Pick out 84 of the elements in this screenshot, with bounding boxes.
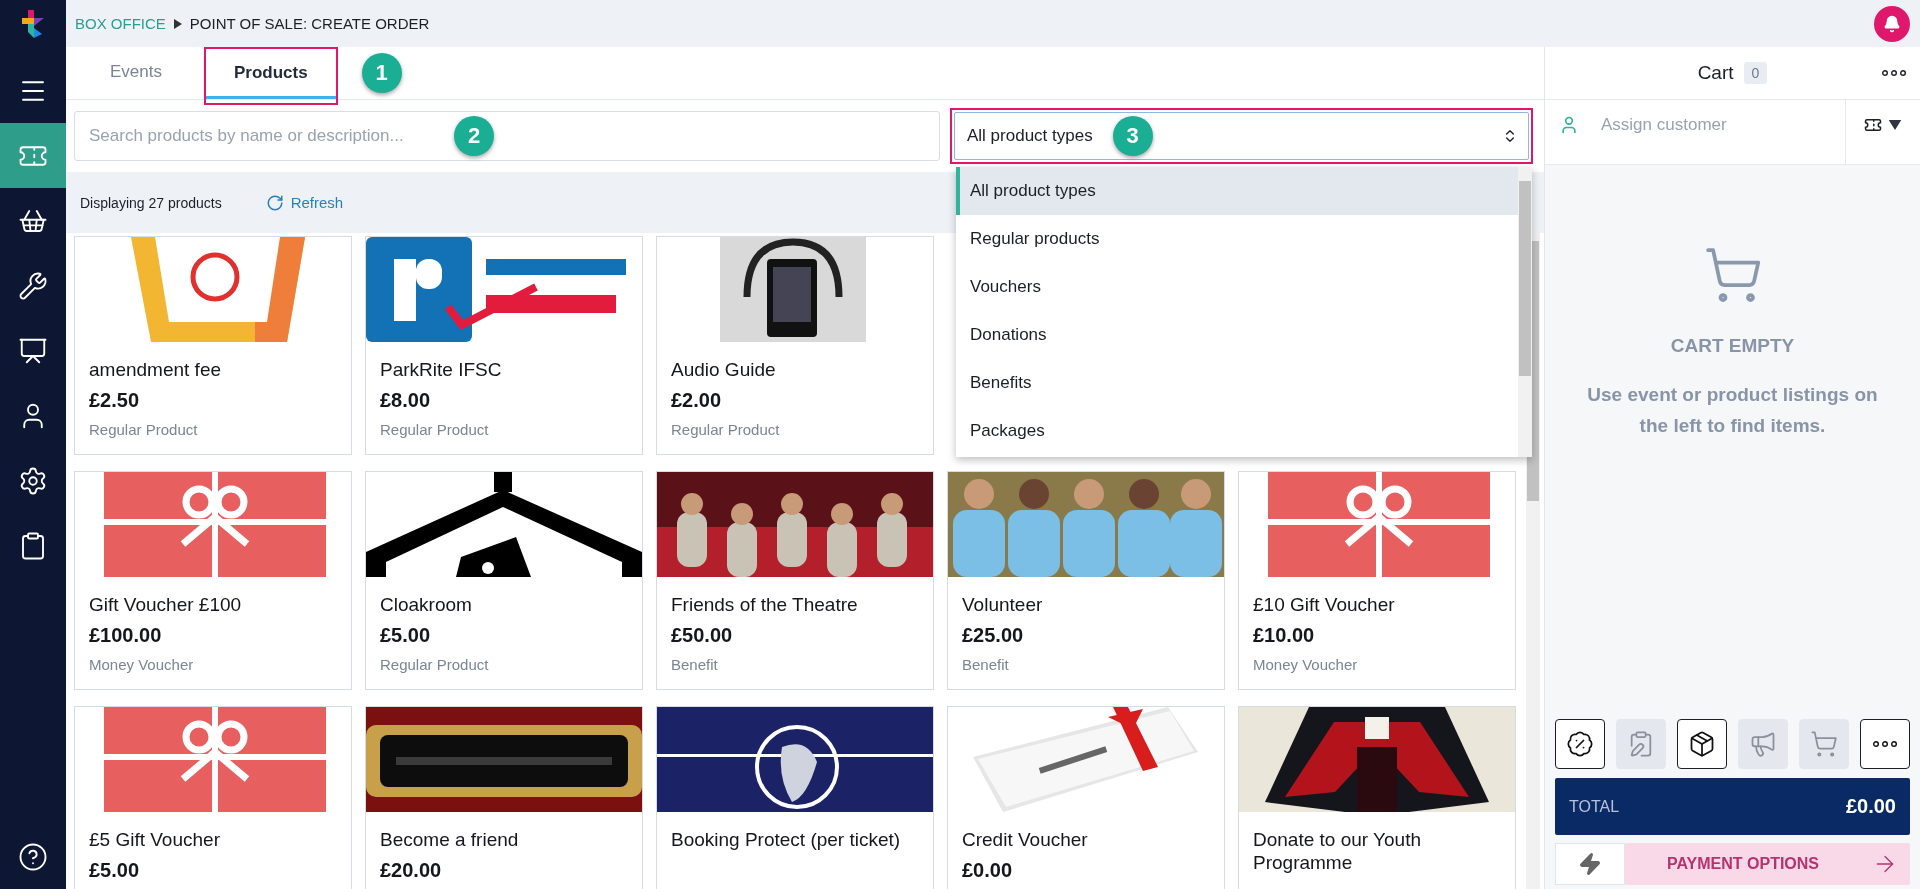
product-card[interactable]: Donate to our Youth Programme (1238, 706, 1516, 889)
product-name: Booking Protect (per ticket) (671, 828, 902, 851)
user-icon (1559, 115, 1579, 135)
caret-icon (1888, 120, 1902, 130)
product-price: £10.00 (1253, 624, 1316, 647)
refresh-icon (265, 193, 284, 212)
product-name: amendment fee (89, 358, 223, 381)
product-card[interactable]: amendment fee £2.50 Regular Product (74, 236, 352, 455)
product-type: Money Voucher (1253, 655, 1359, 675)
product-card[interactable]: £5 Gift Voucher £5.00 (74, 706, 352, 889)
product-price: £100.00 (89, 624, 163, 647)
total-amount: £0.00 (1845, 795, 1896, 818)
caret-icon (173, 18, 182, 29)
product-card[interactable]: Credit Voucher £0.00 (947, 706, 1225, 889)
refresh-button[interactable]: Refresh (265, 193, 344, 212)
ticket-icon (1864, 116, 1882, 134)
logo-icon[interactable] (20, 8, 46, 40)
product-name: Credit Voucher (962, 828, 1089, 851)
product-name: £5 Gift Voucher (89, 828, 221, 851)
empty-message: Use event or product listings on the left to find items. (1586, 383, 1879, 438)
product-card[interactable]: Become a friend £20.00 (365, 706, 643, 889)
product-price: £2.00 (671, 389, 723, 412)
settings-icon (18, 465, 48, 496)
delivery-button[interactable] (1677, 719, 1727, 769)
product-price: £20.00 (380, 859, 443, 882)
product-type: Regular Product (380, 420, 490, 440)
product-name: Cloakroom (380, 593, 473, 616)
cart-title: Cart (1697, 62, 1734, 84)
action-icon (1810, 730, 1838, 758)
product-card[interactable]: Booking Protect (per ticket) (656, 706, 934, 889)
quick-pay-button[interactable] (1555, 843, 1625, 885)
product-type-select[interactable]: All product types 3 (954, 112, 1529, 160)
product-card[interactable]: £10 Gift Voucher £10.00 Money Voucher (1238, 471, 1516, 690)
dropdown-option[interactable]: All product types (956, 167, 1518, 215)
help-icon (18, 841, 48, 872)
product-card[interactable]: Volunteer £25.00 Benefit (947, 471, 1225, 690)
tab[interactable]: Products (206, 49, 336, 99)
product-card[interactable]: Cloakroom £5.00 Regular Product (365, 471, 643, 690)
cart-count: 0 (1743, 62, 1768, 84)
product-type: Money Voucher (89, 655, 195, 675)
total-label: TOTAL (1569, 797, 1620, 816)
product-type: Benefit (671, 655, 719, 675)
product-name: Friends of the Theatre (671, 593, 859, 616)
bell-icon (1883, 14, 1901, 33)
product-type: Regular Product (89, 420, 199, 440)
product-type: Regular Product (380, 655, 490, 675)
product-price: £5.00 (89, 859, 141, 882)
scrollbar[interactable] (1518, 167, 1532, 457)
product-price: £8.00 (380, 389, 432, 412)
product-type: Regular Product (671, 420, 781, 440)
discount-button[interactable] (1555, 719, 1605, 769)
more-icon (1882, 70, 1906, 76)
more-button[interactable] (1860, 719, 1910, 769)
product-name: Donate to our Youth Programme (1253, 828, 1422, 874)
product-card[interactable]: Audio Guide £2.00 Regular Product (656, 236, 934, 455)
product-card[interactable]: ParkRite IFSC £8.00 Regular Product (365, 236, 643, 455)
action-icon (1688, 730, 1716, 758)
action-icon (1566, 730, 1594, 758)
product-name: Become a friend (380, 828, 520, 851)
notifications-button[interactable] (1874, 5, 1910, 42)
wrench-icon (18, 270, 48, 301)
product-type: Benefit (962, 655, 1010, 675)
empty-title: CART EMPTY (1670, 335, 1795, 357)
result-count: Displaying 27 products (80, 194, 222, 211)
action-icon (1749, 730, 1777, 758)
more-button[interactable] (1882, 70, 1906, 76)
page-title: POINT OF SALE: CREATE ORDER (189, 15, 430, 32)
product-price: £2.50 (89, 389, 141, 412)
product-name: £10 Gift Voucher (1253, 593, 1396, 616)
product-name: Audio Guide (671, 358, 777, 381)
product-card[interactable]: Gift Voucher £100 £100.00 Money Voucher (74, 471, 352, 690)
product-name: Volunteer (962, 593, 1044, 616)
step-badge: 3 (1112, 116, 1153, 156)
product-card[interactable]: Friends of the Theatre £50.00 Benefit (656, 471, 934, 690)
product-price: £0.00 (962, 859, 1014, 882)
product-price: £50.00 (671, 624, 734, 647)
step-badge: 1 (361, 53, 402, 93)
action-icon (1873, 741, 1897, 747)
lightning-icon (1578, 852, 1602, 876)
product-price: £5.00 (380, 624, 432, 647)
tab[interactable]: Events (82, 47, 190, 99)
product-price: £25.00 (962, 624, 1025, 647)
product-name: ParkRite IFSC (380, 358, 503, 381)
product-name: Gift Voucher £100 (89, 593, 243, 616)
